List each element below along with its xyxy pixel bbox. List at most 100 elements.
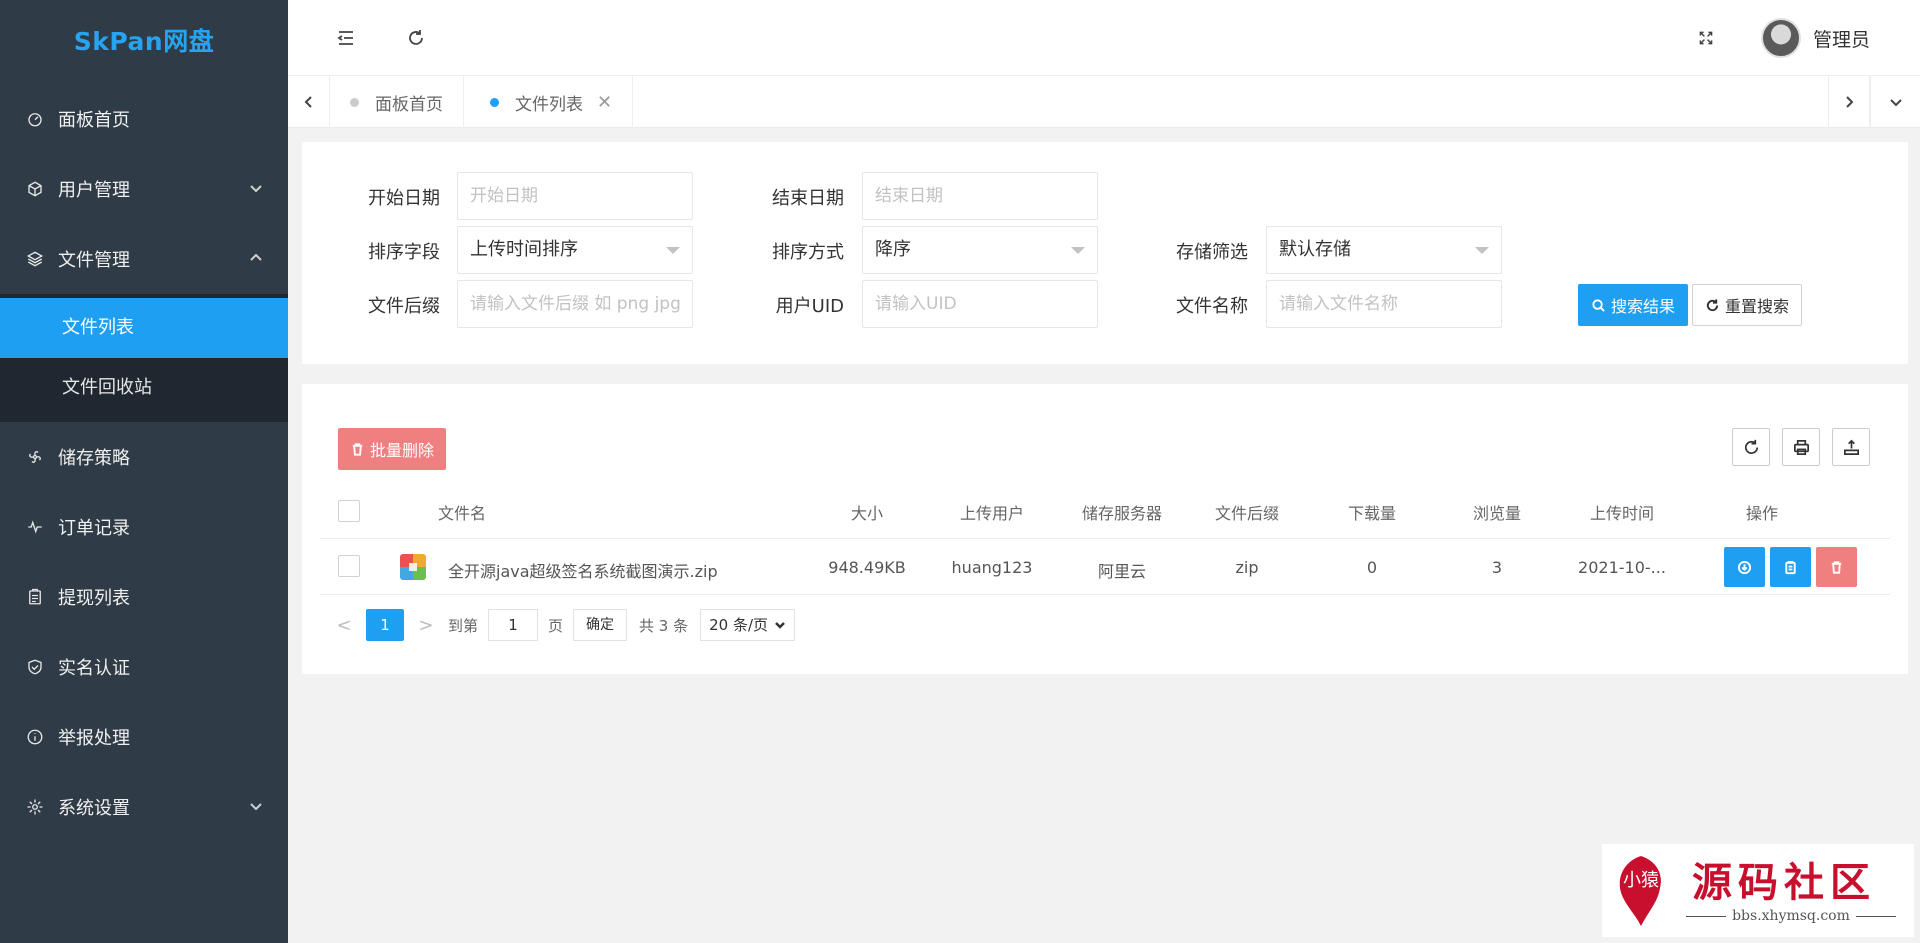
sort-field-value: 上传时间排序 — [470, 239, 578, 260]
storage-server: 阿里云 — [1097, 562, 1146, 581]
download-button[interactable] — [1724, 547, 1765, 587]
close-tab-icon[interactable]: ✕ — [597, 92, 612, 113]
start-date-input[interactable] — [457, 172, 693, 220]
sidebar-subitem-recycle-bin[interactable]: 文件回收站 — [0, 358, 288, 418]
col-header-actions: 操作 — [1745, 504, 1778, 523]
col-header-suffix: 文件后缀 — [1214, 504, 1279, 523]
top-header: 管理员 — [288, 0, 1920, 76]
sidebar-item-storage[interactable]: 储存策略 — [0, 422, 288, 492]
avatar — [1760, 18, 1801, 58]
tabs-scroll-left-icon[interactable] — [288, 76, 330, 128]
tab-file-list[interactable]: 文件列表 ✕ — [470, 76, 634, 128]
gauge-icon — [24, 108, 46, 130]
trash-icon — [1831, 560, 1842, 574]
tab-dashboard[interactable]: 面板首页 — [330, 76, 464, 128]
export-icon[interactable] — [1832, 428, 1870, 466]
sidebar-item-reports[interactable]: 举报处理 — [0, 702, 288, 772]
sidebar-item-label: 订单记录 — [58, 518, 130, 539]
search-button[interactable]: 搜索结果 — [1578, 284, 1688, 326]
sidebar-item-label: 面板首页 — [58, 110, 130, 131]
download-count: 0 — [1366, 558, 1378, 577]
total-count: 共 3 条 — [639, 616, 689, 635]
sort-order-select[interactable]: 降序 — [862, 226, 1098, 274]
app-logo[interactable]: SkPan网盘 — [0, 0, 288, 84]
end-date-input[interactable] — [862, 172, 1098, 220]
col-header-upload-time: 上传时间 — [1589, 504, 1654, 523]
caret-down-icon — [1475, 247, 1489, 254]
sidebar-subitem-file-list[interactable]: 文件列表 — [0, 298, 288, 358]
clipboard-icon — [24, 586, 46, 608]
filename-label: 文件名称 — [1176, 296, 1248, 317]
upload-user: huang123 — [951, 558, 1033, 577]
storage-filter-select[interactable]: 默认存储 — [1266, 226, 1502, 274]
table-refresh-icon[interactable] — [1732, 428, 1770, 466]
page-size-select[interactable]: 20 条/页 — [700, 609, 796, 641]
print-icon[interactable] — [1782, 428, 1820, 466]
file-suffix: zip — [1235, 558, 1259, 577]
sidebar-item-verification[interactable]: 实名认证 — [0, 632, 288, 702]
reset-button[interactable]: 重置搜索 — [1692, 284, 1802, 326]
storage-filter-label: 存储筛选 — [1176, 242, 1248, 263]
user-name: 管理员 — [1812, 28, 1870, 51]
uid-label: 用户UID — [775, 296, 844, 317]
sidebar-item-dashboard[interactable]: 面板首页 — [0, 84, 288, 154]
goto-label: 到第 — [448, 616, 479, 635]
chevron-down-icon — [248, 798, 264, 814]
seal-logo-icon: 小猿 — [1619, 856, 1661, 926]
sidebar-item-users[interactable]: 用户管理 — [0, 154, 288, 224]
goto-page-input[interactable] — [488, 609, 539, 641]
search-form: 开始日期 结束日期 排序字段 上传时间排序 排序方式 降序 存储筛选 默认存储 … — [302, 142, 1908, 364]
file-size: 948.49KB — [828, 558, 906, 577]
batch-delete-button[interactable]: 批量删除 — [338, 428, 446, 470]
prev-page-icon[interactable]: < — [334, 615, 354, 636]
suffix-label: 文件后缀 — [368, 296, 440, 317]
collapse-menu-icon[interactable] — [332, 24, 360, 52]
fullscreen-icon[interactable] — [1692, 24, 1720, 52]
suffix-input[interactable] — [457, 280, 693, 328]
page-number-current[interactable]: 1 — [366, 609, 404, 641]
sidebar-item-label: 文件管理 — [58, 250, 130, 271]
file-submenu: 文件列表 文件回收站 — [0, 294, 288, 422]
sidebar-item-label: 用户管理 — [58, 180, 130, 201]
svg-text:小猿: 小猿 — [1623, 870, 1659, 891]
filename-input[interactable] — [1266, 280, 1502, 328]
watermark-title: 源码社区 — [1692, 859, 1876, 906]
tabs-menu-icon[interactable] — [1870, 76, 1920, 128]
watermark-url: bbs.xhymsq.com — [1676, 908, 1906, 924]
select-all-checkbox[interactable] — [338, 500, 360, 522]
col-header-views: 浏览量 — [1472, 504, 1521, 523]
col-header-user: 上传用户 — [959, 504, 1024, 523]
file-name[interactable]: 全开源java超级签名系统截图演示.zip — [448, 558, 808, 582]
sidebar-item-label: 提现列表 — [58, 588, 130, 609]
sidebar-item-files[interactable]: 文件管理 — [0, 224, 288, 294]
start-date-label: 开始日期 — [368, 188, 440, 209]
next-page-icon[interactable]: > — [416, 615, 436, 636]
end-date-label: 结束日期 — [772, 188, 844, 209]
delete-row-button[interactable] — [1816, 547, 1857, 587]
copy-link-button[interactable] — [1770, 547, 1811, 587]
goto-confirm-button[interactable]: 确定 — [573, 609, 628, 641]
sidebar-item-withdrawals[interactable]: 提现列表 — [0, 562, 288, 632]
download-icon — [1737, 560, 1752, 574]
chevron-up-icon — [248, 250, 264, 266]
shield-check-icon — [24, 656, 46, 678]
row-checkbox[interactable] — [338, 555, 360, 577]
tabs-scroll-right-icon[interactable] — [1828, 76, 1870, 128]
trash-icon — [352, 442, 363, 456]
col-header-size: 大小 — [850, 504, 883, 523]
user-menu[interactable]: 管理员 — [1760, 18, 1870, 58]
tabs-bar: 面板首页 文件列表 ✕ — [288, 76, 1920, 128]
upload-time: 2021-10-... — [1578, 558, 1666, 577]
sidebar-item-settings[interactable]: 系统设置 — [0, 772, 288, 842]
sort-field-select[interactable]: 上传时间排序 — [457, 226, 693, 274]
col-header-downloads: 下载量 — [1347, 504, 1396, 523]
sidebar-item-orders[interactable]: 订单记录 — [0, 492, 288, 562]
uid-input[interactable] — [862, 280, 1098, 328]
watermark-logo: 小猿 源码社区 bbs.xhymsq.com — [1602, 844, 1914, 937]
tab-label: 文件列表 — [515, 94, 583, 115]
refresh-icon[interactable] — [402, 24, 430, 52]
sort-field-label: 排序字段 — [368, 242, 440, 263]
tab-dot-icon — [490, 97, 499, 107]
sidebar: SkPan网盘 面板首页 用户管理 文件管理 文件列表 文件回收站 储存策略 订… — [0, 0, 288, 943]
sort-order-value: 降序 — [875, 239, 911, 260]
